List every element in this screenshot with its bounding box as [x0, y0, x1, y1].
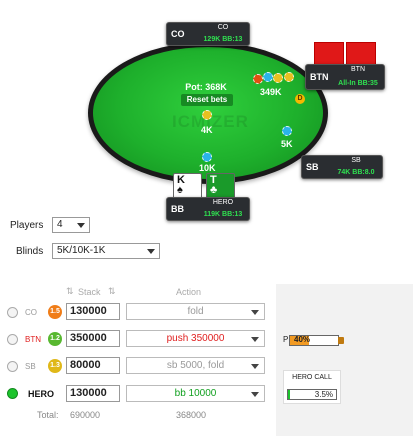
row-stack-input[interactable]: 130000	[66, 303, 120, 320]
seat-position: BB	[171, 204, 184, 214]
chevron-down-icon	[251, 392, 259, 397]
seat-co[interactable]: CO CO 129K BB:13	[166, 22, 250, 46]
row-stack-input[interactable]: 130000	[66, 385, 120, 402]
row-action-select[interactable]: sb 5000, fold	[126, 357, 265, 374]
seat-stack: 129K BB:13	[203, 36, 243, 43]
sort-arrows-icon[interactable]: ⇅	[108, 286, 116, 297]
reset-bets-button[interactable]: Reset bets	[181, 94, 233, 106]
seat-hero[interactable]: BB HERO 119K BB:13	[166, 197, 250, 221]
players-label: Players	[10, 220, 44, 231]
hero-call-value: 3.5%	[314, 390, 333, 399]
chip-icon	[273, 73, 283, 83]
seat-name: BTN	[351, 66, 365, 73]
chip-icon	[263, 72, 273, 82]
sort-arrows-icon[interactable]: ⇅	[66, 286, 74, 297]
chip-icon	[202, 152, 212, 162]
blinds-label: Blinds	[16, 246, 44, 257]
seat-name: HERO	[212, 199, 234, 206]
chevron-down-icon	[251, 337, 259, 342]
total-action: 368000	[176, 410, 207, 420]
club-icon: ♣	[210, 184, 218, 196]
poker-table: ICMIZER Pot: 368K Reset bets 349K 4K 5K …	[0, 0, 413, 221]
seat-name: CO	[217, 24, 229, 31]
seat-name: SB	[351, 157, 361, 164]
seat-position: SB	[306, 162, 319, 172]
total-label: Total:	[37, 410, 59, 420]
chip-icon	[282, 126, 292, 136]
row-action-value: fold	[187, 306, 204, 317]
sb-bet-amount: 5K	[281, 139, 293, 149]
row-radio[interactable]	[7, 334, 18, 345]
row-position: SB	[25, 362, 36, 371]
stack-header: Stack	[78, 287, 101, 297]
chevron-down-icon	[147, 249, 155, 254]
hero-call-title: HERO CALL	[292, 374, 332, 381]
row-badge: 1.5	[48, 305, 62, 319]
row-position: CO	[25, 308, 37, 317]
row-stack-input[interactable]: 350000	[66, 330, 120, 347]
hero-call-bar-fill	[288, 390, 290, 399]
row-radio[interactable]	[7, 361, 18, 372]
row-stack-input[interactable]: 80000	[66, 357, 120, 374]
row-action-value: bb 10000	[174, 388, 217, 399]
row-action-value: sb 5000, fold	[166, 360, 225, 371]
chip-icon	[253, 74, 263, 84]
hero-card-2[interactable]: T ♣	[206, 173, 235, 199]
p-value: 40%	[294, 335, 311, 344]
seat-stack: 74K BB:8.0	[337, 169, 375, 176]
hero-call-bar: 3.5%	[287, 389, 337, 400]
card-back-icon	[314, 42, 344, 66]
seat-sb[interactable]: SB SB 74K BB:8.0	[301, 155, 383, 179]
seat-stack: 119K BB:13	[203, 211, 243, 218]
players-value: 4	[57, 219, 63, 230]
action-header: Action	[176, 287, 202, 297]
btn-bet-amount: 349K	[260, 87, 282, 97]
row-radio[interactable]	[7, 307, 18, 318]
co-bet-amount: 4K	[201, 125, 213, 135]
spade-icon: ♠	[177, 184, 183, 196]
lock-icon[interactable]	[338, 337, 344, 344]
pot-label: Pot: 368K	[185, 82, 227, 92]
dealer-button-icon: D	[295, 94, 305, 104]
row-badge: 1.2	[48, 332, 62, 346]
seat-position: BTN	[310, 72, 329, 82]
seat-stack: All-In BB:35	[338, 80, 378, 87]
row-action-select[interactable]: bb 10000	[126, 385, 265, 402]
card-back-icon	[346, 42, 376, 66]
row-radio-selected[interactable]	[7, 388, 18, 399]
seat-btn[interactable]: BTN BTN All-In BB:35	[305, 64, 385, 90]
chevron-down-icon	[251, 364, 259, 369]
chevron-down-icon	[251, 310, 259, 315]
chip-icon	[284, 72, 294, 82]
blinds-value: 5K/10K-1K	[57, 245, 106, 256]
results-panel	[276, 284, 413, 436]
hero-call-box: HERO CALL 3.5%	[283, 370, 341, 404]
total-stack: 690000	[70, 410, 101, 420]
row-action-value: push 350000	[166, 333, 225, 344]
chip-icon	[202, 110, 212, 120]
players-select[interactable]: 4	[52, 217, 90, 233]
p-label: P	[283, 335, 289, 344]
blinds-select[interactable]: 5K/10K-1K	[52, 243, 160, 259]
p-bar: 40%	[289, 335, 344, 346]
chevron-down-icon	[77, 223, 85, 228]
row-action-select[interactable]: fold	[126, 303, 265, 320]
hero-card-1[interactable]: K ♠	[173, 173, 202, 199]
row-position: HERO	[28, 389, 55, 399]
row-badge: 1.3	[48, 359, 62, 373]
row-position: BTN	[25, 335, 41, 344]
seat-position: CO	[171, 29, 185, 39]
bb-bet-amount: 10K	[199, 163, 216, 173]
row-action-select[interactable]: push 350000	[126, 330, 265, 347]
